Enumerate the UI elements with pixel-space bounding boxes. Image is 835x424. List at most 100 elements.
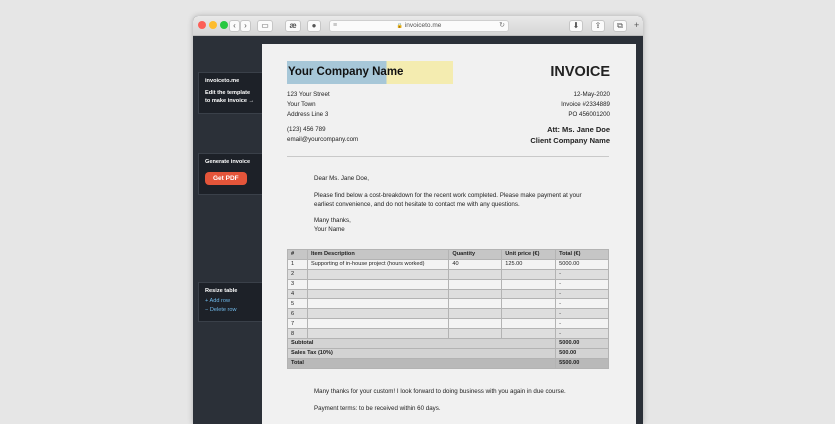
extension-button-1[interactable]: æ	[285, 20, 301, 32]
lock-icon: 🔒	[396, 23, 403, 29]
sidebar-panel-generate: Generate invoice Get PDF	[198, 153, 262, 195]
row-total: -	[555, 278, 609, 290]
client-attention[interactable]: Att: Ms. Jane Doe	[547, 125, 610, 134]
zoom-window-button[interactable]	[220, 21, 228, 29]
company-name-field[interactable]: Your Company Name	[287, 61, 453, 84]
row-number[interactable]: 2	[287, 268, 308, 280]
extension-button-2[interactable]: ●	[307, 20, 321, 32]
table-row: 7 -	[287, 318, 609, 330]
total-value: 5500.00	[555, 357, 609, 369]
row-description[interactable]	[306, 288, 450, 300]
address-line-1[interactable]: 123 Your Street	[287, 91, 330, 98]
invoice-date[interactable]: 12-May-2020	[574, 91, 610, 98]
row-number[interactable]: 4	[287, 288, 308, 300]
download-icon[interactable]: ⬇	[569, 20, 583, 32]
row-description[interactable]: Supporting of in-house project (hours wo…	[306, 258, 450, 270]
row-unit-price[interactable]: 125.00	[501, 258, 557, 270]
payment-terms[interactable]: Payment terms: to be received within 60 …	[314, 405, 441, 412]
row-description[interactable]	[306, 298, 450, 310]
row-unit-price[interactable]	[501, 328, 557, 340]
row-unit-price[interactable]	[501, 268, 557, 280]
table-row: 6 -	[287, 308, 609, 320]
row-quantity[interactable]	[448, 308, 503, 320]
back-button[interactable]: ‹	[229, 20, 240, 32]
share-icon[interactable]: ⇪	[591, 20, 605, 32]
delete-row-button[interactable]: − Delete row	[205, 306, 256, 315]
tax-label[interactable]: Sales Tax (10%)	[286, 347, 557, 359]
row-unit-price[interactable]	[501, 308, 557, 320]
row-total: -	[555, 318, 609, 330]
sidebar-panel-info: invoiceto.me Edit the template to make i…	[198, 72, 262, 114]
address-line-2[interactable]: Your Town	[287, 101, 316, 108]
minimize-window-button[interactable]	[209, 21, 217, 29]
row-unit-price[interactable]	[501, 318, 557, 330]
table-row: 1 Supporting of in-house project (hours …	[287, 258, 609, 270]
closing-note[interactable]: Many thanks for your custom! I look forw…	[314, 388, 566, 395]
row-total: -	[555, 268, 609, 280]
row-description[interactable]	[306, 308, 450, 320]
row-quantity[interactable]	[448, 288, 503, 300]
table-row: 8 -	[287, 328, 609, 340]
row-unit-price[interactable]	[501, 298, 557, 310]
table-row: 4 -	[287, 288, 609, 300]
reload-icon[interactable]: ↻	[499, 21, 505, 31]
close-window-button[interactable]	[198, 21, 206, 29]
row-number[interactable]: 1	[287, 258, 308, 270]
signoff-line-1[interactable]: Many thanks,	[314, 217, 351, 224]
browser-window: ‹ › ▭ æ ● ≡ 🔒 invoiceto.me ↻ ⬇ ⇪ ⧉ + invo…	[193, 16, 643, 424]
email-field[interactable]: email@yourcompany.com	[287, 136, 358, 143]
table-header-row: # Item Description Quantity Unit price (…	[287, 249, 609, 260]
col-header-number: #	[287, 249, 308, 260]
row-quantity[interactable]	[448, 328, 503, 340]
subtotal-label: Subtotal	[286, 338, 557, 349]
row-quantity[interactable]	[448, 298, 503, 310]
tax-row: Sales Tax (10%) 500.00	[286, 347, 609, 359]
body-line-1[interactable]: Please find below a cost-breakdown for t…	[314, 192, 582, 199]
edit-hint-line-2: to make invoice →	[205, 98, 255, 104]
table-row: 3 -	[287, 278, 609, 290]
row-total: -	[555, 328, 609, 340]
get-pdf-button[interactable]: Get PDF	[205, 172, 247, 185]
signoff-line-2[interactable]: Your Name	[314, 226, 345, 233]
row-total: -	[555, 308, 609, 320]
row-quantity[interactable]: 40	[448, 258, 503, 270]
col-header-description: Item Description	[306, 249, 450, 260]
subtotal-row: Subtotal 5000.00	[286, 338, 609, 349]
body-line-2[interactable]: earliest convenience, and do not hesitat…	[314, 201, 520, 208]
add-row-button[interactable]: + Add row	[205, 297, 256, 306]
row-number[interactable]: 5	[287, 298, 308, 310]
subtotal-value: 5000.00	[555, 338, 609, 349]
address-line-3[interactable]: Address Line 3	[287, 111, 328, 118]
po-number[interactable]: PO 456001200	[568, 111, 610, 118]
header-divider	[287, 156, 609, 157]
greeting[interactable]: Dear Ms. Jane Doe,	[314, 175, 369, 182]
address-bar[interactable]: ≡ 🔒 invoiceto.me ↻	[329, 20, 509, 32]
row-unit-price[interactable]	[501, 278, 557, 290]
row-number[interactable]: 7	[287, 318, 308, 330]
tabs-icon[interactable]: ⧉	[613, 20, 627, 32]
url-text: invoiceto.me	[404, 22, 442, 29]
sidebar-panel-resize: Resize table + Add row − Delete row	[198, 282, 262, 322]
row-description[interactable]	[306, 328, 450, 340]
row-number[interactable]: 3	[287, 278, 308, 290]
row-quantity[interactable]	[448, 278, 503, 290]
row-total: -	[555, 298, 609, 310]
row-number[interactable]: 8	[287, 328, 308, 340]
row-quantity[interactable]	[448, 318, 503, 330]
row-total: -	[555, 288, 609, 300]
row-number[interactable]: 6	[287, 308, 308, 320]
forward-button[interactable]: ›	[240, 20, 251, 32]
new-tab-icon[interactable]: +	[634, 20, 639, 30]
row-description[interactable]	[306, 318, 450, 330]
invoice-document: Your Company Name INVOICE 123 Your Stree…	[262, 44, 636, 424]
row-description[interactable]	[306, 278, 450, 290]
sidebar-toggle-icon[interactable]: ▭	[257, 20, 273, 32]
client-company[interactable]: Client Company Name	[530, 136, 610, 145]
row-quantity[interactable]	[448, 268, 503, 280]
row-unit-price[interactable]	[501, 288, 557, 300]
phone-field[interactable]: (123) 456 789	[287, 126, 326, 133]
row-description[interactable]	[306, 268, 450, 280]
invoice-number[interactable]: Invoice #2334889	[561, 101, 610, 108]
invoice-heading: INVOICE	[550, 64, 610, 80]
reader-icon[interactable]: ≡	[333, 21, 337, 31]
